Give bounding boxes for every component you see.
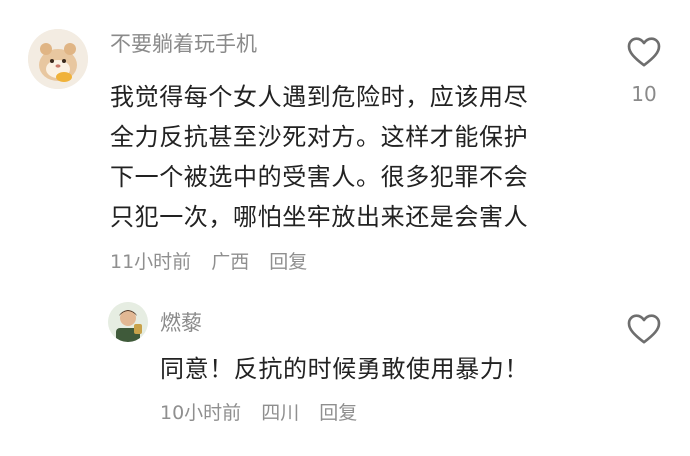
person-avatar-icon [108, 302, 148, 342]
comment-time: 11小时前 [110, 251, 192, 273]
comment-line: 下一个被选中的受害人。很多犯罪不会 [110, 163, 529, 191]
comment-like-count: 10 [631, 82, 657, 106]
reply-location: 四川 [261, 402, 300, 424]
comment-line: 我觉得每个女人遇到危险时，应该用尽 [110, 83, 529, 111]
comment-location: 广西 [211, 251, 250, 273]
comment-username[interactable]: 不要躺着玩手机 [110, 30, 257, 58]
reply-like-button[interactable] [624, 308, 664, 348]
comment-body: 我觉得每个女人遇到危险时，应该用尽 全力反抗甚至沙死对方。这样才能保护 下一个被… [110, 77, 528, 237]
reply-avatar[interactable] [108, 302, 148, 342]
comment-reply-button[interactable]: 回复 [269, 251, 307, 273]
hamster-avatar-icon [28, 29, 88, 89]
avatar[interactable] [28, 29, 88, 89]
comment-line: 全力反抗甚至沙死对方。这样才能保护 [110, 123, 529, 151]
heart-outline-icon [627, 37, 661, 67]
comment-like-button[interactable] [624, 31, 664, 71]
comment-meta: 11小时前 广西 回复 [110, 249, 321, 275]
comment-line: 只犯一次，哪怕坐牢放出来还是会害人 [110, 203, 529, 231]
reply-time: 10小时前 [160, 402, 242, 424]
reply-reply-button[interactable]: 回复 [319, 402, 357, 424]
reply-meta: 10小时前 四川 回复 [160, 400, 371, 426]
heart-outline-icon [627, 314, 661, 344]
reply-text: 同意！反抗的时候勇敢使用暴力！ [160, 355, 529, 383]
reply-username[interactable]: 燃藜 [160, 309, 202, 337]
